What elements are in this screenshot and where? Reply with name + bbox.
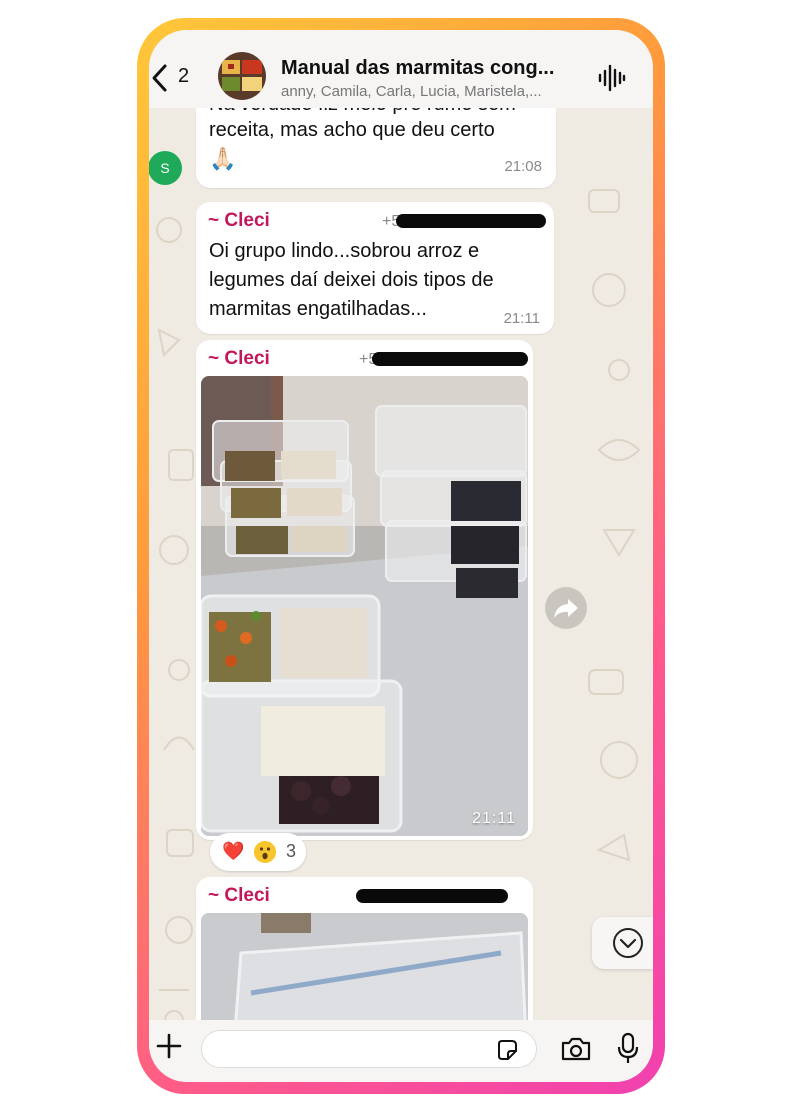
food-photo[interactable]: 21:11 xyxy=(201,376,528,836)
message-bubble[interactable]: ~ Cleci +55 31 98501 0315 Oi grupo lindo… xyxy=(196,202,554,334)
message-emoji: 🙏🏻 xyxy=(209,146,237,171)
heart-reaction: ❤️ xyxy=(222,841,245,861)
reactions-pill[interactable]: ❤️ 3 xyxy=(210,833,306,871)
redaction-bar xyxy=(372,352,528,366)
message-text-line: receita, mas acho que deu certo xyxy=(209,119,495,141)
photo-time: 21:11 xyxy=(472,810,516,827)
message-input-bar xyxy=(149,1020,653,1082)
message-text-line: marmitas engatilhadas... xyxy=(209,298,427,320)
scroll-down-button[interactable] xyxy=(592,917,653,969)
sender-name[interactable]: ~ Cleci xyxy=(208,210,270,232)
forward-arrow-icon xyxy=(554,599,578,618)
chat-title[interactable]: Manual das marmitas cong... xyxy=(281,57,554,80)
sender-name[interactable]: ~ Cleci xyxy=(208,885,270,907)
chevron-down-circle-icon xyxy=(613,928,643,958)
redaction-bar xyxy=(396,214,546,228)
audio-waveform-icon[interactable] xyxy=(597,63,627,93)
surprised-face-icon xyxy=(254,841,276,863)
image-message-bubble[interactable]: ~ Cleci +55 31 98501 0315 xyxy=(196,340,533,840)
chat-members[interactable]: anny, Camila, Carla, Lucia, Maristela,..… xyxy=(281,83,542,100)
microphone-icon[interactable] xyxy=(617,1032,639,1064)
chevron-left-icon xyxy=(152,64,167,92)
chat-screen: 2 Manual das marmitas cong... anny, Cami… xyxy=(149,30,653,1082)
sender-name[interactable]: ~ Cleci xyxy=(208,348,270,370)
redaction-bar xyxy=(356,889,508,903)
plus-icon[interactable] xyxy=(155,1032,183,1060)
message-time: 21:11 xyxy=(503,310,540,327)
chat-header: 2 Manual das marmitas cong... anny, Cami… xyxy=(149,30,653,108)
back-button[interactable]: 2 xyxy=(149,62,197,94)
sender-avatar[interactable]: S xyxy=(149,151,182,185)
message-input[interactable] xyxy=(201,1030,537,1068)
photo-content xyxy=(201,376,528,836)
forward-button[interactable] xyxy=(545,587,587,629)
sticker-icon[interactable] xyxy=(495,1038,519,1062)
reaction-count: 3 xyxy=(286,841,297,861)
message-time: 21:08 xyxy=(504,158,542,175)
unread-count: 2 xyxy=(178,65,190,87)
camera-icon[interactable] xyxy=(560,1036,592,1062)
message-text-line: legumes daí deixei dois tipos de xyxy=(209,269,494,291)
message-text-line: Oi grupo lindo...sobrou arroz e xyxy=(209,240,480,262)
group-avatar-image xyxy=(218,52,266,100)
group-avatar[interactable] xyxy=(218,52,266,100)
